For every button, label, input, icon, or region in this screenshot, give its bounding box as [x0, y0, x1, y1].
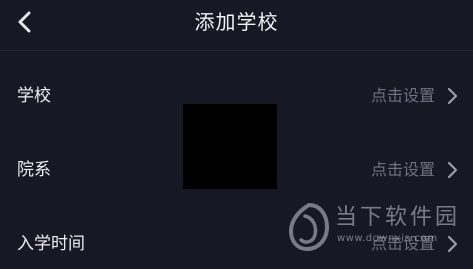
department-label: 院系 [17, 160, 51, 180]
page-title: 添加学校 [194, 10, 279, 34]
enrollment-year-label: 入学时间 [17, 234, 85, 254]
watermark-text: 当下软件园 [335, 205, 461, 230]
navigation-header: 添加学校 [0, 0, 473, 51]
watermark-url: www.downxia.com [337, 233, 438, 244]
school-value: 点击设置 [370, 86, 435, 105]
department-value: 点击设置 [370, 160, 435, 179]
redacted-block [183, 104, 277, 189]
school-label: 学校 [17, 86, 51, 106]
add-school-screen: 添加学校 学校 点击设置 院系 点击设置 入学时间 点击设置 当下软件园 www… [0, 0, 473, 269]
watermark: 当下软件园 www.downxia.com [287, 200, 473, 269]
chevron-right-icon [447, 87, 458, 105]
watermark-logo-icon [288, 202, 330, 252]
chevron-right-icon [447, 161, 458, 179]
